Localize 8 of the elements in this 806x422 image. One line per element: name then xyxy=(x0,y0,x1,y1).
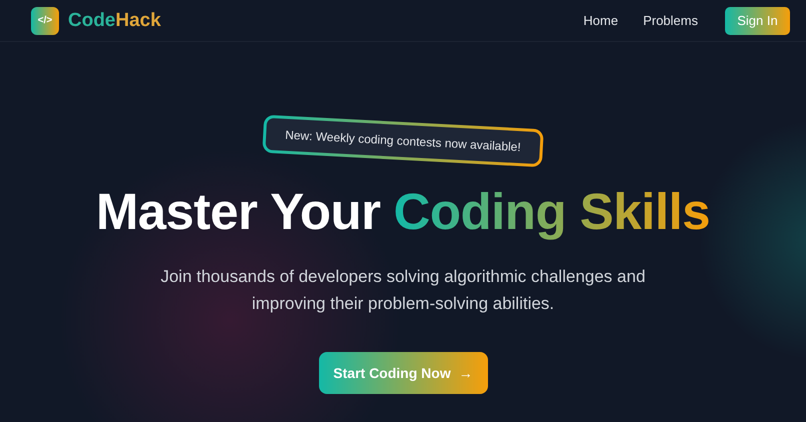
nav-link[interactable]: Home xyxy=(583,13,618,28)
announcement-badge: New: Weekly coding contests now available! xyxy=(262,114,544,168)
code-icon: </> xyxy=(31,6,59,34)
nav-link[interactable]: Problems xyxy=(643,13,698,28)
hero-subtitle: Join thousands of developers solving algorithmic challenges and improving their problem-solving abilities. xyxy=(160,266,646,315)
brand-name: CodeHack xyxy=(68,10,161,32)
arrow-icon: → xyxy=(458,365,473,381)
headline: Master Your xyxy=(96,182,380,241)
